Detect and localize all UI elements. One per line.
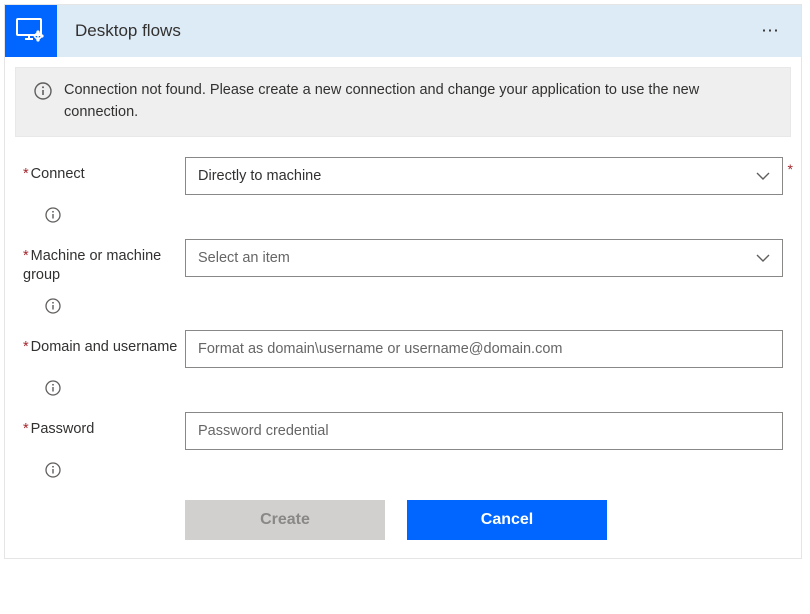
warning-text: Connection not found. Please create a ne…	[64, 80, 772, 124]
domain-row: *Domain and username Format as domain\us…	[23, 330, 783, 368]
info-icon[interactable]	[45, 207, 61, 223]
connect-info-row	[23, 197, 783, 233]
password-row: *Password Password credential	[23, 412, 783, 450]
panel-title: Desktop flows	[75, 21, 181, 41]
password-placeholder: Password credential	[198, 423, 329, 439]
warning-banner: Connection not found. Please create a ne…	[15, 67, 791, 137]
more-options-button[interactable]: ⋯	[761, 21, 781, 42]
desktop-flows-panel: Desktop flows ⋯ Connection not found. Pl…	[4, 4, 802, 559]
password-label: *Password	[23, 421, 94, 437]
chevron-down-icon	[756, 168, 770, 184]
desktop-flows-icon	[5, 5, 57, 57]
domain-placeholder: Format as domain\username or username@do…	[198, 341, 562, 357]
button-row: Create Cancel	[185, 500, 783, 540]
machine-info-row	[23, 288, 783, 324]
connect-row: *Connect Directly to machine *	[23, 157, 783, 195]
info-icon[interactable]	[45, 298, 61, 314]
domain-username-input[interactable]: Format as domain\username or username@do…	[185, 330, 783, 368]
password-info-row	[23, 452, 783, 488]
connect-label: *Connect	[23, 166, 85, 182]
info-icon[interactable]	[45, 462, 61, 478]
required-indicator: *	[788, 161, 793, 177]
domain-label: *Domain and username	[23, 339, 177, 355]
info-icon[interactable]	[45, 380, 61, 396]
machine-select[interactable]: Select an item	[185, 239, 783, 277]
cancel-button[interactable]: Cancel	[407, 500, 607, 540]
machine-row: *Machine or machine group Select an item	[23, 239, 783, 286]
info-icon	[34, 82, 52, 100]
connect-select[interactable]: Directly to machine	[185, 157, 783, 195]
create-button[interactable]: Create	[185, 500, 385, 540]
connect-value: Directly to machine	[198, 168, 321, 184]
chevron-down-icon	[756, 250, 770, 266]
domain-info-row	[23, 370, 783, 406]
connection-form: *Connect Directly to machine * *Machine …	[5, 137, 801, 558]
machine-placeholder: Select an item	[198, 250, 290, 266]
password-input[interactable]: Password credential	[185, 412, 783, 450]
machine-label: *Machine or machine group	[23, 248, 161, 284]
panel-header: Desktop flows ⋯	[5, 5, 801, 57]
